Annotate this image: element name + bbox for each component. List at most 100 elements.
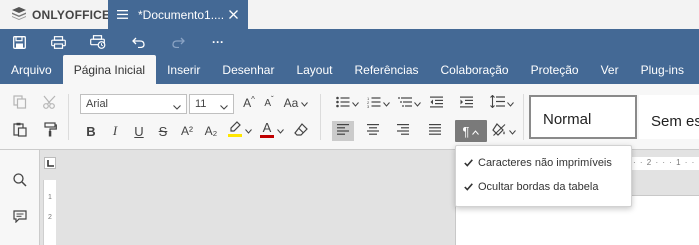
tab-desenhar[interactable]: Desenhar [211, 55, 285, 84]
tab-referencias[interactable]: Referências [343, 55, 429, 84]
search-icon [13, 172, 27, 190]
chevron-up-icon [472, 124, 480, 138]
increase-indent-button[interactable] [455, 93, 477, 113]
tab-arquivo[interactable]: Arquivo [0, 55, 63, 84]
underline-button[interactable]: U [128, 121, 150, 141]
superscript-label: A² [181, 124, 193, 138]
increase-font-icon: A [243, 96, 252, 110]
menu-item-hide-table-borders[interactable]: Ocultar bordas da tabela [456, 175, 631, 199]
strikethrough-button[interactable]: S [152, 121, 174, 141]
style-normal[interactable]: Normal [529, 95, 637, 139]
numbered-list-icon: 123 [367, 96, 381, 111]
paint-bucket-icon [492, 122, 507, 140]
multilevel-list-icon [397, 96, 412, 111]
font-color-icon: A [260, 121, 274, 138]
more-button[interactable]: ··· [198, 29, 238, 55]
undo-button[interactable] [118, 29, 158, 55]
paragraph-shading-button[interactable] [490, 121, 518, 141]
copy-button[interactable] [9, 93, 31, 113]
print-button[interactable] [38, 29, 78, 55]
style-no-spacing[interactable]: Sem es [639, 95, 699, 139]
nonprinting-characters-button[interactable]: ¶ [455, 120, 487, 142]
align-right-button[interactable] [392, 121, 414, 141]
change-case-label: Aa [283, 96, 299, 110]
superscript-button[interactable]: A² [176, 121, 198, 141]
multilevel-list-button[interactable] [395, 93, 423, 113]
italic-button[interactable]: I [104, 121, 126, 141]
vertical-ruler-mark-1: 1 [48, 194, 52, 201]
increase-font-button[interactable]: A ^ [238, 93, 260, 113]
bullets-button[interactable] [333, 93, 361, 113]
align-center-button[interactable] [362, 121, 384, 141]
comments-button[interactable] [10, 208, 30, 228]
chevron-down-icon [507, 96, 514, 110]
search-button[interactable] [10, 171, 30, 191]
redo-button[interactable] [158, 29, 198, 55]
format-painter-button[interactable] [39, 121, 61, 141]
change-case-button[interactable]: Aa [281, 93, 311, 113]
chevron-down-icon [245, 123, 252, 137]
tab-colaboracao[interactable]: Colaboração [430, 55, 520, 84]
vertical-ruler-mark-2: 2 [48, 214, 52, 221]
checkmark-icon [464, 183, 478, 191]
redo-icon [171, 37, 185, 48]
document-tab[interactable]: *Documento1.... [108, 0, 248, 29]
font-color-button[interactable]: A [258, 120, 286, 140]
paste-icon [13, 122, 27, 140]
tab-plugins[interactable]: Plug-ins [630, 55, 695, 84]
app-logo: ONLYOFFICE [0, 0, 111, 29]
cut-button[interactable] [39, 93, 61, 113]
separator [68, 94, 69, 140]
tab-stop-left-icon [46, 156, 54, 170]
svg-text:3: 3 [367, 104, 370, 108]
close-icon[interactable] [229, 10, 238, 19]
menu-icon[interactable] [117, 10, 128, 19]
document-title: *Documento1.... [138, 7, 225, 22]
align-left-icon [337, 124, 349, 138]
chevron-down-icon [351, 96, 359, 110]
decrease-indent-button[interactable] [425, 93, 447, 113]
font-size-select[interactable]: 11 [189, 94, 234, 114]
subscript-button[interactable]: A₂ [200, 121, 222, 141]
font-family-value: Arial [86, 98, 109, 110]
highlight-color-button[interactable] [226, 120, 254, 140]
numbering-button[interactable]: 123 [364, 93, 392, 113]
paste-button[interactable] [9, 121, 31, 141]
font-family-select[interactable]: Arial [80, 94, 187, 114]
left-panel [0, 150, 40, 245]
menu-item-nonprinting-characters[interactable]: Caracteres não imprimíveis [456, 151, 631, 175]
checkmark-icon [464, 159, 478, 167]
chevron-down-icon [277, 123, 284, 137]
decrease-font-button[interactable]: Aˇ [258, 93, 280, 113]
style-normal-label: Normal [543, 111, 592, 128]
pilcrow-icon: ¶ [462, 123, 470, 139]
decrease-font-icon: A [264, 97, 271, 109]
tab-layout[interactable]: Layout [285, 55, 343, 84]
align-left-button[interactable] [332, 121, 354, 141]
vertical-ruler[interactable]: 1 2 [43, 180, 56, 245]
quick-print-icon [90, 35, 106, 49]
tab-protecao[interactable]: Proteção [520, 55, 590, 84]
tab-inserir[interactable]: Inserir [156, 55, 211, 84]
brand-name: ONLYOFFICE [32, 7, 111, 22]
tab-pagina-inicial[interactable]: Página Inicial [62, 55, 157, 84]
justify-button[interactable] [424, 121, 446, 141]
outdent-icon [429, 96, 443, 111]
clear-style-button[interactable] [290, 121, 312, 141]
quick-print-button[interactable] [78, 29, 118, 55]
strikethrough-label: S [158, 123, 168, 139]
bold-button[interactable]: B [80, 121, 102, 141]
separator [523, 94, 524, 140]
line-spacing-button[interactable] [487, 93, 517, 113]
title-bar: ONLYOFFICE *Documento1.... [0, 0, 699, 29]
tab-ver[interactable]: Ver [590, 55, 630, 84]
chevron-down-icon [382, 96, 390, 110]
tab-stop-selector[interactable] [44, 157, 56, 169]
save-button[interactable] [0, 29, 38, 55]
chevron-down-icon [220, 101, 228, 113]
line-spacing-icon [490, 94, 505, 111]
indent-icon [459, 96, 473, 111]
more-icon: ··· [212, 35, 224, 49]
nonprinting-characters-menu: Caracteres não imprimíveis Ocultar borda… [455, 145, 632, 207]
menu-item-label: Caracteres não imprimíveis [478, 157, 612, 169]
